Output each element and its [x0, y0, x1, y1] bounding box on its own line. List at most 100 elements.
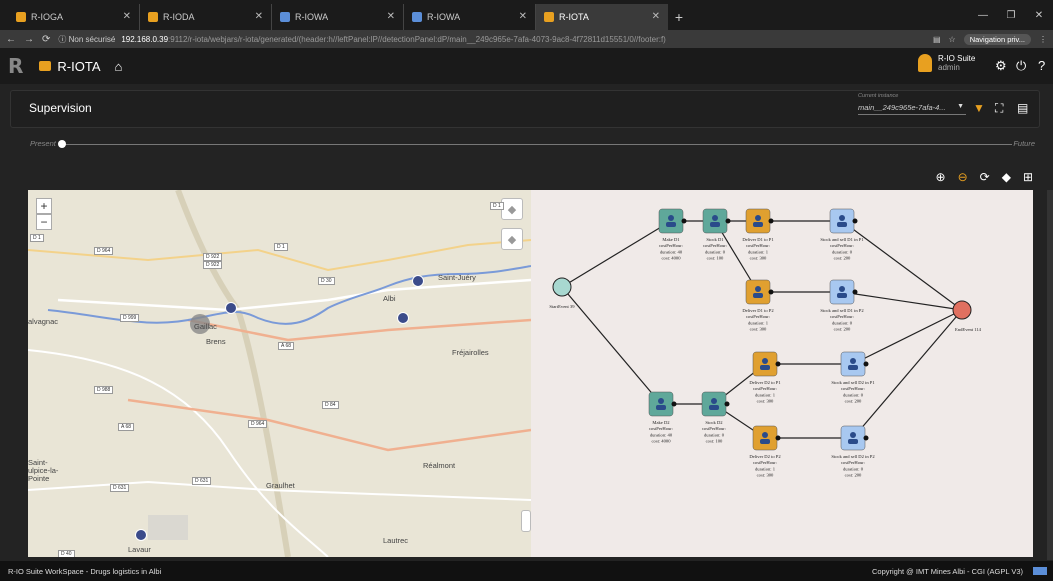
new-tab-button[interactable]: +: [668, 4, 690, 30]
map-place-label: Gaillac: [194, 322, 217, 331]
graph-node-delD2P2[interactable]: Deliver D2 to P2costPerHour:duration: 1 c…: [749, 425, 781, 478]
footer-workspace-label: R-IO Suite WorkSpace - Drugs logistics i…: [8, 566, 162, 576]
person-icon: [755, 286, 761, 292]
graph-node-makeD1[interactable]: Make D1costPerHour:duration: 40 cost: 400…: [658, 208, 687, 261]
page-scrollbar[interactable]: [1047, 190, 1053, 560]
private-browsing-button[interactable]: Navigation priv...: [963, 33, 1031, 45]
graph-node-label: cost: 4000: [651, 439, 671, 444]
tab-label: R-IOGA: [31, 12, 64, 22]
map-location-pin[interactable]: [225, 302, 237, 314]
close-icon[interactable]: ✕: [1025, 0, 1053, 30]
graph-node-label: Deliver D1 to P1: [742, 237, 774, 242]
map-layer-button-3[interactable]: [521, 510, 531, 532]
graph-node-label: duration: 0: [704, 432, 725, 437]
graph-node-label: Stock D1: [706, 237, 724, 242]
graph-node-label: costPerHour:: [830, 243, 854, 248]
timeline-slider-handle[interactable]: [58, 140, 66, 148]
map-layer-button-2[interactable]: ◆: [501, 228, 523, 250]
zoom-out-icon[interactable]: ⊖: [958, 170, 968, 184]
graph-node-label: costPerHour:: [649, 426, 673, 431]
tab-close-icon[interactable]: ✕: [255, 11, 263, 22]
map-zoom-in-button[interactable]: +: [36, 198, 52, 214]
graph-node-delD1P2[interactable]: Deliver D1 to P2costPerHour:duration: 1 c…: [742, 279, 774, 332]
menu-dots-icon[interactable]: ⋮: [1039, 35, 1047, 44]
tab-2[interactable]: R-IOWA ✕: [272, 4, 404, 30]
graph-node-label: cost: 300: [757, 399, 774, 404]
graph-node-start[interactable]: StartEvent 39: [549, 277, 575, 309]
map-road-label: D 1: [274, 243, 288, 251]
translate-icon[interactable]: ▤: [933, 35, 941, 44]
graph-node-label: costPerHour:: [841, 386, 865, 391]
graph-node-end[interactable]: EndEvent 114: [952, 300, 982, 332]
map-road-label: D 999: [120, 314, 140, 322]
graph-node-label: duration: 0: [843, 466, 864, 471]
process-graph-panel[interactable]: StartEvent 39 Make D1 costPerHour: duration…: [531, 190, 1033, 557]
power-icon[interactable]: ⏻: [1016, 58, 1026, 74]
refresh-icon[interactable]: ⟳: [980, 170, 990, 184]
map-panel[interactable]: + − ◆ ◆ Saint-Juéry Albi Gaillac Brens Fréja…: [28, 190, 531, 557]
graph-node-stockD1[interactable]: Stock D1costPerHour:duration: 0 cost: 100: [702, 208, 731, 261]
graph-node-delD1P1[interactable]: Deliver D1 to P1costPerHour:duration: 1 c…: [742, 208, 774, 261]
back-icon[interactable]: ←: [6, 34, 16, 45]
graph-node-label: duration: 0: [832, 320, 853, 325]
graph-node-delD2P1[interactable]: Deliver D2 to P1costPerHour:duration: 1 c…: [749, 351, 781, 404]
app-title[interactable]: R-IOTA: [39, 59, 101, 74]
graph-node-label: costPerHour:: [746, 314, 770, 319]
graph-node-sellD2P2[interactable]: Stock and sell D2 in P2costPerHour:durat…: [831, 425, 875, 478]
timeline: Present Future: [0, 133, 1053, 161]
timeline-track[interactable]: [62, 144, 1012, 145]
graph-node-sellD1P1[interactable]: Stock and sell D1 in P1costPerHour:durat…: [820, 208, 864, 261]
tab-4[interactable]: R-IOTA ✕: [536, 4, 668, 30]
graph-node-label: duration: 0: [705, 249, 726, 254]
person-icon: [850, 358, 856, 364]
map-location-pin[interactable]: [397, 312, 409, 324]
graph-node-sellD1P2[interactable]: Stock and sell D1 in P2costPerHour:durat…: [820, 279, 864, 332]
tab-close-icon[interactable]: ✕: [123, 11, 131, 22]
graph-node-makeD2[interactable]: Make D2costPerHour:duration: 40 cost: 400…: [648, 391, 677, 444]
tab-close-icon[interactable]: ✕: [519, 11, 527, 22]
help-icon[interactable]: ?: [1038, 58, 1045, 73]
fit-screen-icon[interactable]: ⛶: [995, 101, 1003, 116]
map-layer-button-1[interactable]: ◆: [501, 198, 523, 220]
security-indicator[interactable]: ⓘ Non sécurisé: [58, 34, 115, 45]
graph-node-sellD2P1[interactable]: Stock and sell D2 in P1costPerHour:durat…: [831, 351, 875, 404]
maximize-icon[interactable]: ❐: [997, 0, 1025, 30]
layers-icon[interactable]: ◆: [1002, 170, 1011, 184]
alert-icon[interactable]: ▼: [973, 101, 985, 115]
map-road-label: A 68: [278, 342, 295, 350]
home-icon[interactable]: ⌂: [115, 59, 123, 74]
map-location-pin[interactable]: [135, 529, 147, 541]
instance-select[interactable]: Current instance main__249c965e-7afa-4..…: [858, 93, 966, 115]
grid-icon[interactable]: ⊞: [1023, 170, 1033, 184]
tab-3[interactable]: R-IOWA ✕: [404, 4, 536, 30]
map-location-pin[interactable]: [412, 275, 424, 287]
user-avatar: [918, 54, 932, 72]
graph-edge: [841, 220, 963, 311]
graph-node-label: costPerHour:: [702, 426, 726, 431]
footer: R-IO Suite WorkSpace - Drugs logistics i…: [0, 561, 1053, 581]
bookmark-star-icon[interactable]: ☆: [949, 35, 956, 44]
tab-close-icon[interactable]: ✕: [387, 11, 395, 22]
tab-close-icon[interactable]: ✕: [652, 11, 660, 22]
settings-gear-icon[interactable]: ⚙: [995, 58, 1007, 74]
zoom-in-icon[interactable]: ⊕: [936, 170, 946, 184]
reload-icon[interactable]: ⟳: [42, 34, 50, 45]
user-name: admin: [938, 63, 960, 72]
graph-edge: [852, 309, 963, 439]
url-field[interactable]: 192.168.0.39:9112/r-iota/webjars/r-iota/…: [121, 35, 666, 44]
user-block[interactable]: R-IO Suite admin: [918, 54, 975, 72]
graph-node-stockD2[interactable]: Stock D2costPerHour:duration: 0 cost: 100: [701, 391, 730, 444]
map-zoom-out-button[interactable]: −: [36, 214, 52, 230]
person-icon: [755, 215, 761, 221]
tab-label: R-IOTA: [559, 12, 589, 22]
tab-1[interactable]: R-IODA ✕: [140, 4, 272, 30]
security-label: Non sécurisé: [68, 34, 116, 44]
tab-favicon-icon: [280, 12, 290, 22]
minimize-icon[interactable]: —: [969, 0, 997, 30]
graph-node-label: costPerHour:: [830, 314, 854, 319]
forward-icon[interactable]: →: [24, 34, 34, 45]
language-flag-icon[interactable]: [1033, 567, 1047, 575]
graph-node-label: Make D1: [662, 237, 680, 242]
tab-0[interactable]: R-IOGA ✕: [8, 4, 140, 30]
export-icon[interactable]: ▤: [1017, 101, 1028, 115]
